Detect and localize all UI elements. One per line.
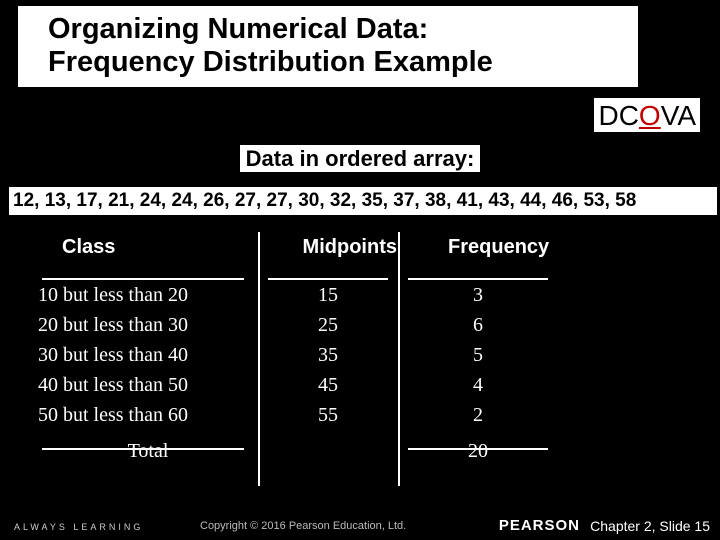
title-line-2: Frequency Distribution Example — [48, 46, 493, 78]
table-header-row: Class Midpoints Frequency — [38, 232, 578, 262]
always-learning-text: ALWAYS LEARNING — [14, 522, 143, 532]
cell-freq: 4 — [398, 374, 558, 397]
cell-freq: 5 — [398, 344, 558, 367]
cell-mid: 55 — [258, 404, 398, 427]
dcova-d: D — [598, 100, 618, 131]
pearson-logo-text: PEARSON — [499, 517, 580, 534]
header-frequency: Frequency — [419, 236, 578, 259]
table-row: 50 but less than 60 55 2 — [38, 400, 578, 430]
cell-mid: 15 — [258, 284, 398, 307]
chapter-slide-info: Chapter 2, Slide 15 — [590, 518, 710, 534]
ordered-array-label-text: Data in ordered array: — [240, 145, 481, 172]
cell-mid: 35 — [258, 344, 398, 367]
title-block: Organizing Numerical Data: Frequency Dis… — [18, 6, 638, 87]
cell-mid: 25 — [258, 314, 398, 337]
header-midpoints: Midpoints — [280, 236, 419, 259]
cell-class: 10 but less than 20 — [38, 284, 258, 307]
title-line-1: Organizing Numerical Data: — [48, 13, 428, 45]
table-row: 40 but less than 50 45 4 — [38, 370, 578, 400]
footer: ALWAYS LEARNING Copyright © 2016 Pearson… — [0, 510, 720, 540]
dcova-v: V — [661, 100, 678, 131]
ordered-array-label: Data in ordered array: — [0, 146, 720, 172]
cell-mid: 45 — [258, 374, 398, 397]
cell-freq: 2 — [398, 404, 558, 427]
table-row: 20 but less than 30 25 6 — [38, 310, 578, 340]
dcova-a: A — [677, 100, 696, 131]
frequency-table: Class Midpoints Frequency 10 but less th… — [38, 232, 578, 466]
cell-class: 40 but less than 50 — [38, 374, 258, 397]
table-row: 30 but less than 40 35 5 — [38, 340, 578, 370]
table-total-row: Total 20 — [38, 436, 578, 466]
cell-freq: 3 — [398, 284, 558, 307]
copyright-text: Copyright © 2016 Pearson Education, Ltd. — [200, 520, 406, 532]
dcova-label: DCOVA — [594, 100, 700, 132]
cell-class: 30 but less than 40 — [38, 344, 258, 367]
slide-title: Organizing Numerical Data: Frequency Dis… — [48, 13, 628, 80]
cell-class: 20 but less than 30 — [38, 314, 258, 337]
table-row: 10 but less than 20 15 3 — [38, 280, 578, 310]
total-label: Total — [38, 440, 258, 463]
total-freq: 20 — [398, 440, 558, 463]
cell-freq: 6 — [398, 314, 558, 337]
header-class: Class — [38, 236, 280, 259]
dcova-o: O — [639, 100, 661, 131]
ordered-array-values: 12, 13, 17, 21, 24, 24, 26, 27, 27, 30, … — [8, 186, 718, 216]
cell-class: 50 but less than 60 — [38, 404, 258, 427]
slide: Organizing Numerical Data: Frequency Dis… — [0, 0, 720, 540]
dcova-c: C — [619, 100, 639, 131]
